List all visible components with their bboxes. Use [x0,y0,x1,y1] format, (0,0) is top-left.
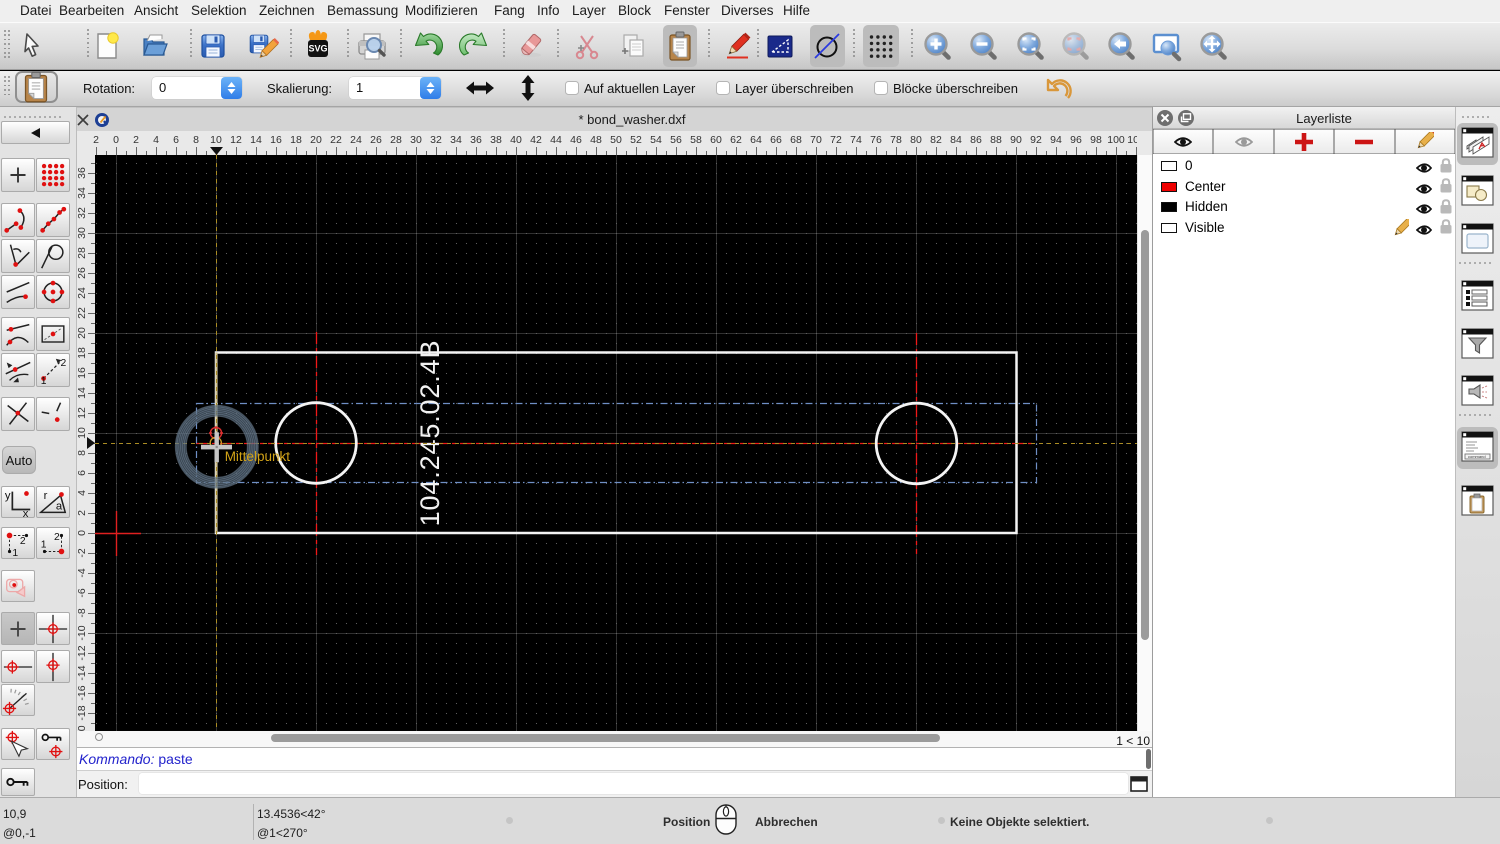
svg-text:28: 28 [390,134,402,146]
svg-text:14: 14 [250,134,262,146]
svg-text:94: 94 [1050,134,1062,146]
svg-text:34: 34 [77,187,88,199]
svg-text:30: 30 [77,227,88,239]
svg-text:4: 4 [153,134,159,146]
svg-text:26: 26 [370,134,382,146]
svg-text:22: 22 [77,307,88,319]
svg-text:34: 34 [450,134,462,146]
svg-text:78: 78 [890,134,902,146]
svg-text:44: 44 [550,134,562,146]
svg-text:88: 88 [990,134,1002,146]
svg-text:-18: -18 [77,705,88,720]
svg-text:92: 92 [1030,134,1042,146]
svg-text:2: 2 [77,510,88,516]
svg-text:14: 14 [77,387,88,399]
svg-text:6: 6 [173,134,179,146]
svg-text:104.245.02.4B: 104.245.02.4B [415,340,445,527]
svg-text:42: 42 [530,134,542,146]
svg-text:2: 2 [133,134,139,146]
svg-text:18: 18 [290,134,302,146]
svg-text:54: 54 [650,134,662,146]
svg-text:46: 46 [570,134,582,146]
svg-text:-2: -2 [77,548,88,557]
svg-text:y: y [5,490,11,502]
svg-text:68: 68 [790,134,802,146]
svg-text:76: 76 [870,134,882,146]
svg-text:84: 84 [950,134,962,146]
svg-text:26: 26 [77,267,88,279]
svg-text:38: 38 [490,134,502,146]
svg-text:80: 80 [910,134,922,146]
svg-text:-12: -12 [77,645,88,660]
svg-text:102: 102 [1127,134,1137,146]
svg-text:2: 2 [54,532,60,543]
svg-text:72: 72 [830,134,842,146]
svg-text:96: 96 [1070,134,1082,146]
svg-text:100: 100 [1107,134,1125,146]
svg-text:2: 2 [93,134,99,146]
svg-text:86: 86 [970,134,982,146]
svg-text:22: 22 [330,134,342,146]
svg-text:30: 30 [410,134,422,146]
svg-text:16: 16 [270,134,282,146]
svg-text:Mittelpunkt: Mittelpunkt [225,449,291,464]
svg-text:r: r [44,490,48,502]
svg-text:2: 2 [20,536,26,547]
svg-text:12: 12 [230,134,242,146]
svg-text:0: 0 [113,134,119,146]
svg-text:1: 1 [41,376,47,387]
svg-text:1: 1 [12,548,18,559]
svg-text:-4: -4 [77,568,88,577]
svg-text:48: 48 [590,134,602,146]
svg-text:74: 74 [850,134,862,146]
svg-text:20: 20 [310,134,322,146]
svg-text:24: 24 [77,287,88,299]
svg-text:6: 6 [77,470,88,476]
svg-text:60: 60 [710,134,722,146]
svg-text:10: 10 [77,427,88,439]
svg-text:SVG: SVG [308,44,327,54]
svg-text:-6: -6 [77,588,88,597]
svg-text:0: 0 [77,530,88,536]
svg-text:70: 70 [810,134,822,146]
svg-text:62: 62 [730,134,742,146]
svg-text:command: command [1468,454,1486,459]
svg-text:36: 36 [470,134,482,146]
svg-text:52: 52 [630,134,642,146]
svg-text:90: 90 [1010,134,1022,146]
svg-text:8: 8 [193,134,199,146]
svg-text:-8: -8 [77,608,88,617]
svg-text:28: 28 [77,247,88,259]
svg-text:66: 66 [770,134,782,146]
svg-text:50: 50 [610,134,622,146]
svg-text:56: 56 [670,134,682,146]
svg-text:-10: -10 [77,625,88,640]
svg-text:32: 32 [430,134,442,146]
svg-text:12: 12 [77,407,88,419]
svg-text:18: 18 [77,347,88,359]
svg-text:a: a [56,501,63,513]
svg-text:x: x [23,508,29,519]
svg-text:58: 58 [690,134,702,146]
svg-text:36: 36 [77,167,88,179]
svg-text:20: 20 [77,327,88,339]
svg-text:32: 32 [77,207,88,219]
svg-text:-16: -16 [77,685,88,700]
svg-text:98: 98 [1090,134,1102,146]
svg-text:82: 82 [930,134,942,146]
svg-text:64: 64 [750,134,762,146]
svg-text:40: 40 [510,134,522,146]
svg-text:8: 8 [77,450,88,456]
svg-text:-14: -14 [77,665,88,680]
svg-text:1: 1 [41,540,47,551]
svg-text:2: 2 [61,358,67,369]
svg-text:24: 24 [350,134,362,146]
svg-text:16: 16 [77,367,88,379]
svg-text:10: 10 [210,134,222,146]
svg-text:4: 4 [77,490,88,496]
